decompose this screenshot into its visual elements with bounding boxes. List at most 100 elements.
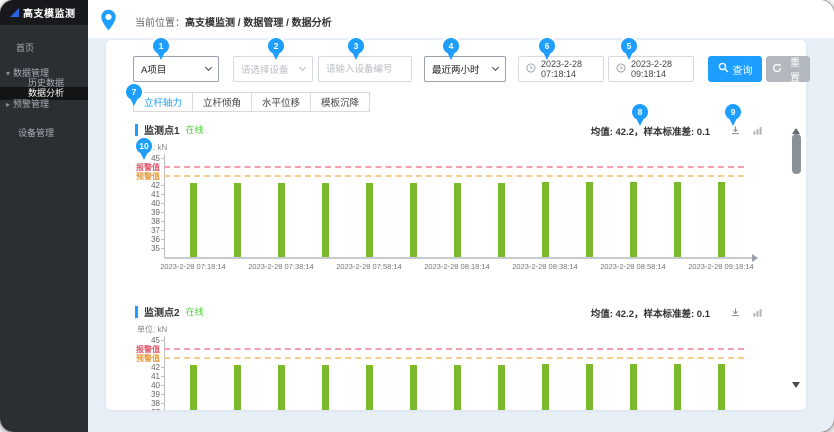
y-tick-label: 39 xyxy=(136,208,160,217)
sidebar: 高支模监测 首页 数据管理 历史数据 数据分析 预警管理 设备管理 xyxy=(0,0,88,432)
y-tick-label: 41 xyxy=(136,372,160,381)
y-tick-label: 37 xyxy=(136,408,160,410)
bar-chart-icon[interactable] xyxy=(750,305,764,319)
bar xyxy=(542,364,549,410)
start-time-field[interactable]: 2023-2-28 07:18:14 xyxy=(518,56,604,82)
download-icon[interactable] xyxy=(728,305,742,319)
bar xyxy=(586,364,593,410)
chart1-stats: 均值: 42.2，样本标准差: 0.1 xyxy=(591,124,710,138)
bar xyxy=(410,183,417,257)
threshold-label: 预警值 xyxy=(136,354,160,363)
bar xyxy=(498,183,505,257)
y-tick-label: 39 xyxy=(136,390,160,399)
threshold-line xyxy=(164,357,744,359)
bar xyxy=(366,365,373,410)
bar xyxy=(190,365,197,410)
bar xyxy=(190,183,197,257)
bar xyxy=(234,183,241,257)
threshold-label: 报警值 xyxy=(136,345,160,354)
x-tick-label: 2023-2-28 08:18:14 xyxy=(419,262,495,271)
annotation-badge-6: 6 xyxy=(539,38,555,54)
topbar: 当前位置：高支模监测 / 数据管理 / 数据分析 xyxy=(88,0,834,38)
y-tick-label: 35 xyxy=(136,244,160,253)
tab-pole-axial-force[interactable]: 立杆轴力 xyxy=(133,92,193,112)
y-tick-label: 42 xyxy=(136,363,160,372)
bar xyxy=(498,365,505,410)
title-accent-bar xyxy=(135,306,138,318)
y-tick-label: 42 xyxy=(136,181,160,190)
y-tick-label: 40 xyxy=(136,199,160,208)
sidebar-item-home[interactable]: 首页 xyxy=(16,43,34,54)
annotation-badge-3: 3 xyxy=(348,38,364,54)
chart2-status-badge: 在线 xyxy=(186,305,204,318)
logo-icon xyxy=(10,8,19,17)
bar xyxy=(454,183,461,257)
y-tick-label: 45 xyxy=(136,336,160,345)
bar xyxy=(278,183,285,257)
bar xyxy=(542,182,549,257)
threshold-line xyxy=(164,175,744,177)
app-title: 高支模监测 xyxy=(23,5,76,20)
bar xyxy=(586,182,593,257)
search-icon xyxy=(718,62,729,76)
x-tick-label: 2023-2-28 08:38:14 xyxy=(507,262,583,271)
bar xyxy=(322,365,329,410)
scroll-down-icon[interactable] xyxy=(792,382,800,392)
time-range-select[interactable]: 最近两小时 xyxy=(424,56,506,82)
chevron-down-icon xyxy=(492,64,499,71)
location-pin-icon xyxy=(100,9,117,36)
chart2-plot: 454241403938373635报警值预警值2023-2-28 07:18:… xyxy=(136,335,758,410)
bar xyxy=(718,364,725,410)
sidebar-item-device-management[interactable]: 设备管理 xyxy=(18,128,54,139)
bar xyxy=(674,182,681,257)
y-tick-label: 38 xyxy=(136,399,160,408)
chart1-title: 监测点1 xyxy=(144,122,180,137)
annotation-badge-9: 9 xyxy=(725,104,741,120)
scroll-up-icon[interactable] xyxy=(792,124,800,134)
bar xyxy=(674,364,681,410)
y-tick-label: 40 xyxy=(136,381,160,390)
threshold-line xyxy=(164,348,744,350)
tab-horizontal-displacement[interactable]: 水平位移 xyxy=(251,92,311,112)
bar xyxy=(366,183,373,257)
annotation-badge-1: 1 xyxy=(153,38,169,54)
bar xyxy=(718,182,725,257)
x-tick-label: 2023-2-28 08:58:14 xyxy=(595,262,671,271)
y-axis-line xyxy=(164,154,165,257)
chart2-stats: 均值: 42.2，样本标准差: 0.1 xyxy=(591,306,710,320)
y-tick-label: 41 xyxy=(136,190,160,199)
chevron-down-icon xyxy=(205,64,212,71)
breadcrumb: 当前位置：高支模监测 / 数据管理 / 数据分析 xyxy=(135,14,332,29)
sidebar-item-alert-management[interactable]: 预警管理 xyxy=(6,99,49,110)
clock-icon xyxy=(616,63,626,76)
metric-tabs: 立杆轴力 立杆倾角 水平位移 模板沉降 xyxy=(133,92,370,112)
chart1-plot: 454241403938373635报警值预警值2023-2-28 07:18:… xyxy=(136,153,758,275)
annotation-badge-4: 4 xyxy=(443,38,459,54)
end-time-field[interactable]: 2023-2-28 09:18:14 xyxy=(608,56,694,82)
reset-button[interactable]: 重置 xyxy=(766,56,810,82)
vertical-scrollbar[interactable] xyxy=(792,124,801,392)
end-time-value: 2023-2-28 09:18:14 xyxy=(631,59,686,79)
search-button[interactable]: 查询 xyxy=(708,56,762,82)
x-tick-label: 2023-2-28 07:58:14 xyxy=(331,262,407,271)
project-select[interactable]: A项目 xyxy=(133,56,219,82)
device-number-input[interactable] xyxy=(318,56,412,82)
bar xyxy=(410,365,417,410)
title-accent-bar xyxy=(135,124,138,136)
chevron-down-icon xyxy=(299,64,306,71)
tab-pole-inclination[interactable]: 立杆倾角 xyxy=(192,92,252,112)
caret-down-icon xyxy=(6,68,10,79)
bar xyxy=(454,365,461,410)
y-tick-label: 38 xyxy=(136,217,160,226)
annotation-badge-5: 5 xyxy=(621,38,637,54)
clock-icon xyxy=(526,63,536,76)
y-tick-label: 37 xyxy=(136,226,160,235)
bar xyxy=(630,364,637,410)
threshold-line xyxy=(164,166,744,168)
bar xyxy=(278,365,285,410)
bar-chart-icon[interactable] xyxy=(750,123,764,137)
tab-formwork-settlement[interactable]: 模板沉降 xyxy=(310,92,370,112)
bar xyxy=(234,365,241,410)
chart1-status-badge: 在线 xyxy=(186,123,204,136)
scrollbar-thumb[interactable] xyxy=(792,134,801,174)
